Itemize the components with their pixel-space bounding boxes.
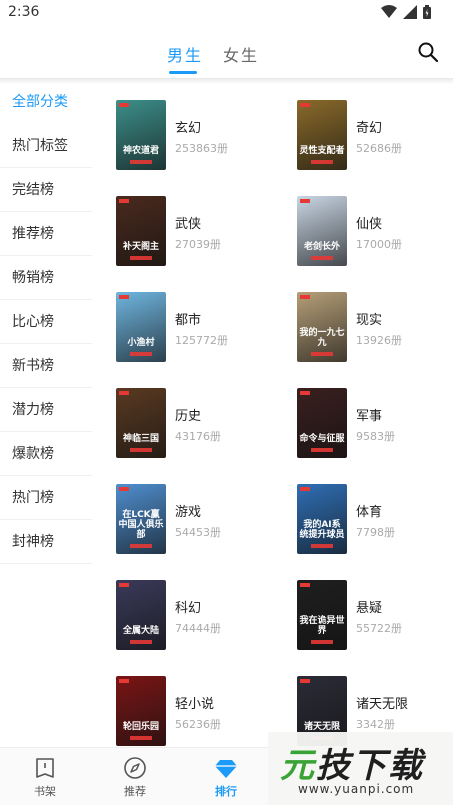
- category-name: 历史: [175, 409, 202, 424]
- top-nav: 男生 女生: [0, 26, 453, 80]
- category-count: 7798册: [356, 526, 395, 539]
- bottom-nav-label: 书架: [34, 785, 56, 798]
- category-item[interactable]: 灵性支配者 奇幻 52686册: [297, 100, 437, 172]
- category-item[interactable]: 补天阁主 武侠 27039册: [116, 196, 256, 268]
- category-name: 奇幻: [356, 121, 383, 136]
- sidebar-item-viral[interactable]: 爆款榜: [0, 432, 92, 476]
- status-icons: [381, 5, 431, 19]
- bookshelf-icon: [36, 758, 54, 778]
- book-cover: 命令与征服: [297, 388, 347, 458]
- book-cover: 神农道君: [116, 100, 166, 170]
- sidebar-item-recommended[interactable]: 推荐榜: [0, 212, 92, 256]
- category-count: 74444册: [175, 622, 221, 635]
- watermark-url: www.yuanpi.com: [298, 782, 415, 796]
- sidebar-item-hot-tags[interactable]: 热门标签: [0, 124, 92, 168]
- category-name: 玄幻: [175, 121, 202, 136]
- category-name: 诸天无限: [356, 697, 409, 712]
- sidebar-item-heart[interactable]: 比心榜: [0, 300, 92, 344]
- sidebar-item-new-books[interactable]: 新书榜: [0, 344, 92, 388]
- tab-male[interactable]: 男生: [167, 42, 203, 66]
- category-name: 体育: [356, 505, 383, 520]
- category-name: 军事: [356, 409, 383, 424]
- book-cover: 神临三国: [116, 388, 166, 458]
- category-name: 轻小说: [175, 697, 215, 712]
- bottom-nav-label: 推荐: [124, 785, 146, 798]
- sidebar-item-potential[interactable]: 潜力榜: [0, 388, 92, 432]
- book-cover: 全属大陆: [116, 580, 166, 650]
- status-bar: 2:36: [0, 0, 453, 26]
- compass-icon: [124, 757, 146, 779]
- category-item[interactable]: 命令与征服 军事 9583册: [297, 388, 437, 460]
- category-count: 56236册: [175, 718, 221, 731]
- category-name: 武侠: [175, 217, 202, 232]
- bottom-nav-recommend[interactable]: 推荐: [105, 756, 165, 799]
- category-count: 17000册: [356, 238, 402, 251]
- category-item[interactable]: 我的一九七九 现实 13926册: [297, 292, 437, 364]
- search-icon[interactable]: [417, 41, 439, 63]
- book-cover: 我的AI系统提升球员: [297, 484, 347, 554]
- sidebar-item-legendary[interactable]: 封神榜: [0, 520, 92, 564]
- category-item[interactable]: 在LCK赢中国人俱乐部 游戏 54453册: [116, 484, 256, 556]
- sidebar-item-all-categories[interactable]: 全部分类: [0, 80, 92, 124]
- sidebar-item-bestselling[interactable]: 畅销榜: [0, 256, 92, 300]
- book-cover: 在LCK赢中国人俱乐部: [116, 484, 166, 554]
- book-cover: 我的一九七九: [297, 292, 347, 362]
- category-item[interactable]: 神临三国 历史 43176册: [116, 388, 256, 460]
- battery-icon: [423, 5, 431, 19]
- category-count: 253863册: [175, 142, 228, 155]
- bottom-nav-ranking[interactable]: 排行: [196, 756, 256, 799]
- category-count: 55722册: [356, 622, 402, 635]
- watermark-logo: 元技下载: [280, 746, 424, 786]
- book-cover: 灵性支配者: [297, 100, 347, 170]
- tab-female[interactable]: 女生: [223, 42, 259, 66]
- wifi-icon: [381, 5, 397, 18]
- category-name: 都市: [175, 313, 202, 328]
- book-cover: 补天阁主: [116, 196, 166, 266]
- diamond-icon: [215, 760, 237, 778]
- bottom-nav-bookshelf[interactable]: 书架: [15, 756, 75, 799]
- active-tab-indicator: [169, 71, 197, 74]
- sidebar-item-popular[interactable]: 热门榜: [0, 476, 92, 520]
- ranking-sidebar: 全部分类 热门标签 完结榜 推荐榜 畅销榜 比心榜 新书榜 潜力榜 爆款榜 热门…: [0, 80, 92, 564]
- category-name: 科幻: [175, 601, 202, 616]
- category-item[interactable]: 全属大陆 科幻 74444册: [116, 580, 256, 652]
- category-count: 125772册: [175, 334, 228, 347]
- category-count: 54453册: [175, 526, 221, 539]
- bottom-nav-label: 排行: [215, 785, 237, 798]
- book-cover: 我在诡异世界: [297, 580, 347, 650]
- category-count: 52686册: [356, 142, 402, 155]
- sidebar-item-completed[interactable]: 完结榜: [0, 168, 92, 212]
- category-count: 9583册: [356, 430, 395, 443]
- category-item[interactable]: 老剑长外 仙侠 17000册: [297, 196, 437, 268]
- category-item[interactable]: 神农道君 玄幻 253863册: [116, 100, 256, 172]
- category-item[interactable]: 我的AI系统提升球员 体育 7798册: [297, 484, 437, 556]
- category-item[interactable]: 我在诡异世界 悬疑 55722册: [297, 580, 437, 652]
- signal-icon: [403, 5, 417, 19]
- category-name: 现实: [356, 313, 383, 328]
- category-count: 13926册: [356, 334, 402, 347]
- category-count: 3342册: [356, 718, 395, 731]
- category-name: 悬疑: [356, 601, 383, 616]
- book-cover: 轮回乐园: [116, 676, 166, 746]
- category-count: 43176册: [175, 430, 221, 443]
- category-item[interactable]: 轮回乐园 轻小说 56236册: [116, 676, 256, 748]
- status-time: 2:36: [8, 4, 40, 20]
- category-count: 27039册: [175, 238, 221, 251]
- site-watermark: 元技下载 www.yuanpi.com: [268, 732, 453, 805]
- category-name: 游戏: [175, 505, 202, 520]
- book-cover: 老剑长外: [297, 196, 347, 266]
- book-cover: 小渔村: [116, 292, 166, 362]
- category-name: 仙侠: [356, 217, 383, 232]
- category-item[interactable]: 小渔村 都市 125772册: [116, 292, 256, 364]
